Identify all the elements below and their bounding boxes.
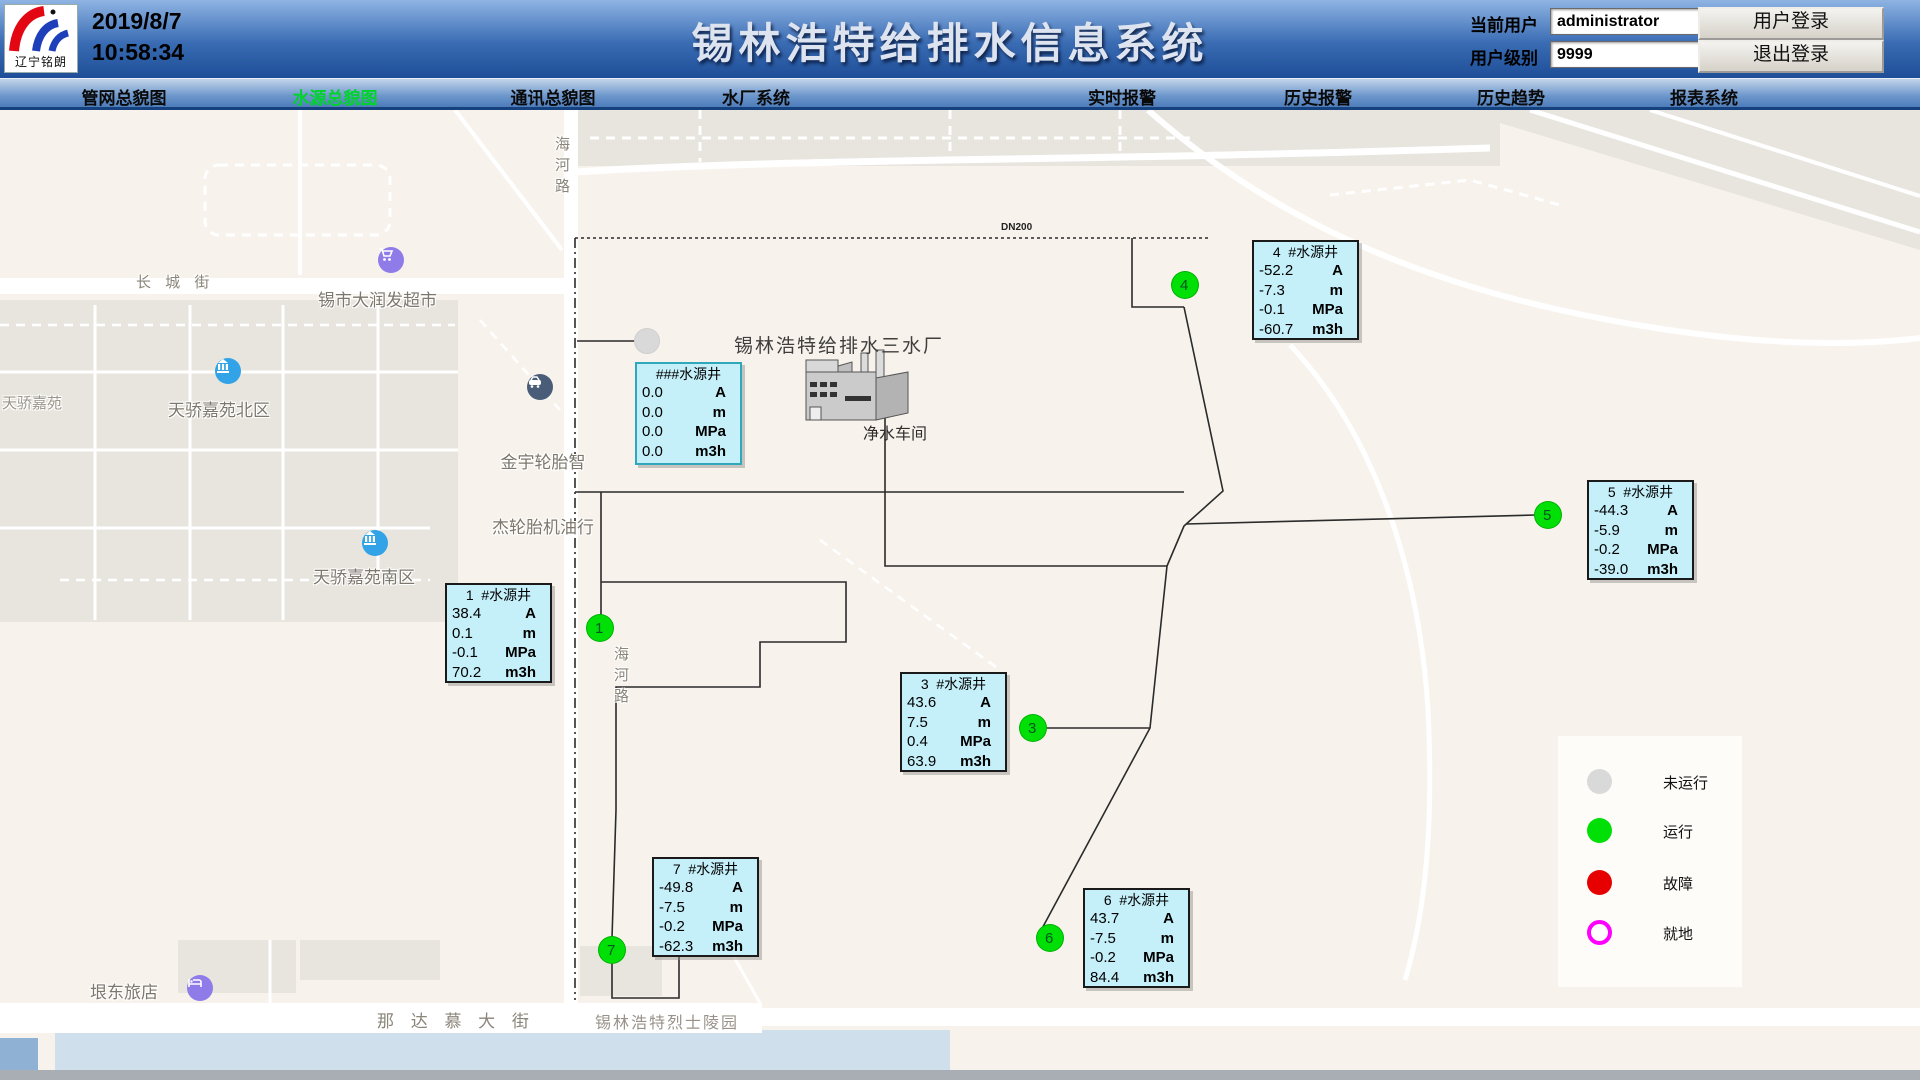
street-label-haihe-2: 海河路 xyxy=(610,646,631,709)
wellbox-5: 5 #水源井 -44.3A -5.9m -0.2MPa -39.0m3h xyxy=(1587,480,1694,580)
wellbox-6: 6 #水源井 43.7A -7.5m -0.2MPa 84.4m3h xyxy=(1083,888,1190,988)
well-marker-6[interactable]: 6 xyxy=(1036,924,1064,952)
app-title: 锡林浩特给排水信息系统 xyxy=(691,10,1208,71)
street-label-changcheng: 长 城 街 xyxy=(136,271,214,292)
street-label-nadamu: 那 达 慕 大 街 xyxy=(377,1007,535,1032)
well-marker-1[interactable]: 1 xyxy=(586,614,614,642)
wellbox-title: 6 #水源井 xyxy=(1085,891,1188,909)
street-label-haihe-1: 海河路 xyxy=(551,136,572,199)
nav-water-plant-system[interactable]: 水厂系统 xyxy=(722,84,790,109)
nav-communication-overview[interactable]: 通讯总貌图 xyxy=(511,84,596,109)
window-bottom-edge xyxy=(0,1070,1920,1080)
wellbox-3: 3 #水源井 43.6A 7.5m 0.4MPa 63.9m3h xyxy=(900,672,1007,772)
wellbox-title: ###水源井 xyxy=(637,365,740,383)
nav-realtime-alarm[interactable]: 实时报警 xyxy=(1088,84,1156,109)
fault-status-dot xyxy=(1587,870,1612,895)
logo-graphic xyxy=(6,5,76,55)
well-marker-7[interactable]: 7 xyxy=(598,936,626,964)
poi-label-jinyu-line1: 金宇轮胎智 xyxy=(483,448,603,473)
wellbox-title: 7 #水源井 xyxy=(654,860,757,878)
date-text: 2019/8/7 xyxy=(92,6,184,37)
user-level-field[interactable] xyxy=(1550,41,1702,68)
idle-status-dot xyxy=(1587,769,1612,794)
wellbox-title: 1 #水源井 xyxy=(447,586,550,604)
login-button[interactable]: 用户登录 xyxy=(1698,7,1884,40)
company-logo: 辽宁铭朗 xyxy=(4,4,78,73)
nav-history-alarm[interactable]: 历史报警 xyxy=(1284,84,1352,109)
building-icon-north xyxy=(215,358,241,384)
current-user-field[interactable] xyxy=(1550,8,1702,35)
time-text: 10:58:34 xyxy=(92,37,184,68)
nav-water-source-overview[interactable]: 水源总貌图 xyxy=(293,84,378,109)
pipe-diameter-label: DN200 xyxy=(1001,222,1032,233)
wellbox-title: 4 #水源井 xyxy=(1254,243,1357,261)
legend-item-local: 就地 xyxy=(1558,920,1742,946)
poi-label-jinyu: 金宇轮胎智 杰轮胎机油行 xyxy=(483,408,603,578)
nav-bar: 管网总貌图 水源总貌图 通讯总貌图 水厂系统 实时报警 历史报警 历史趋势 报表… xyxy=(0,78,1920,110)
wellbox-title: 3 #水源井 xyxy=(902,675,1005,693)
legend-item-fault: 故障 xyxy=(1558,870,1742,896)
legend-item-idle: 未运行 xyxy=(1558,769,1742,795)
poi-label-martyrs-cemetery: 锡林浩特烈士陵园 xyxy=(595,1009,739,1033)
map-canvas[interactable]: 长 城 街 锡市大润发超市 天骄嘉苑 天骄嘉苑北区 金宇轮胎智 杰轮胎机油行 天… xyxy=(0,110,1920,1080)
factory-icon xyxy=(806,350,908,420)
poi-label-tianjiao-south: 天骄嘉苑南区 xyxy=(313,563,415,588)
legend-item-running: 运行 xyxy=(1558,818,1742,844)
logo-text: 辽宁铭朗 xyxy=(5,53,77,70)
nav-history-trend[interactable]: 历史趋势 xyxy=(1477,84,1545,109)
poi-label-kendong-hotel: 垠东旅店 xyxy=(90,978,158,1003)
wellbox-unassigned: ###水源井 0.0A 0.0m 0.0MPa 0.0m3h xyxy=(635,362,742,465)
poi-label-supermarket: 锡市大润发超市 xyxy=(318,286,437,311)
poi-label-jinyu-line2: 杰轮胎机油行 xyxy=(483,513,603,538)
poi-label-tianjiao: 天骄嘉苑 xyxy=(2,392,62,413)
workshop-label: 净水车间 xyxy=(863,420,927,444)
wellbox-1: 1 #水源井 38.4A 0.1m -0.1MPa 70.2m3h xyxy=(445,583,552,683)
plant-title: 锡林浩特给排水三水厂 xyxy=(734,331,944,358)
building-icon-south xyxy=(362,530,388,556)
well-marker-4[interactable]: 4 xyxy=(1171,271,1199,299)
nav-pipe-network-overview[interactable]: 管网总貌图 xyxy=(82,84,167,109)
wellbox-4: 4 #水源井 -52.2A -7.3m -0.1MPa -60.7m3h xyxy=(1252,240,1359,340)
wellbox-7: 7 #水源井 -49.8A -7.5m -0.2MPa -62.3m3h xyxy=(652,857,759,957)
wellbox-title: 5 #水源井 xyxy=(1589,483,1692,501)
poi-label-tianjiao-north: 天骄嘉苑北区 xyxy=(168,396,270,421)
current-user-label: 当前用户 xyxy=(1470,11,1538,36)
local-status-dot xyxy=(1587,920,1612,945)
well-marker-3[interactable]: 3 xyxy=(1019,714,1047,742)
nav-report-system[interactable]: 报表系统 xyxy=(1670,84,1738,109)
header-bar: 辽宁铭朗 2019/8/7 10:58:34 锡林浩特给排水信息系统 当前用户 … xyxy=(0,0,1920,79)
well-marker-5[interactable]: 5 xyxy=(1534,501,1562,529)
scada-screen: 辽宁铭朗 2019/8/7 10:58:34 锡林浩特给排水信息系统 当前用户 … xyxy=(0,0,1920,1080)
bed-icon xyxy=(187,975,213,1001)
car-icon xyxy=(527,374,553,400)
user-level-label: 用户级别 xyxy=(1470,44,1538,69)
cart-icon xyxy=(378,247,404,273)
logout-button[interactable]: 退出登录 xyxy=(1698,40,1884,73)
datetime: 2019/8/7 10:58:34 xyxy=(92,6,184,68)
status-legend: 未运行 运行 故障 就地 xyxy=(1558,736,1742,987)
running-status-dot xyxy=(1587,818,1612,843)
well-marker-idle[interactable] xyxy=(634,328,660,354)
